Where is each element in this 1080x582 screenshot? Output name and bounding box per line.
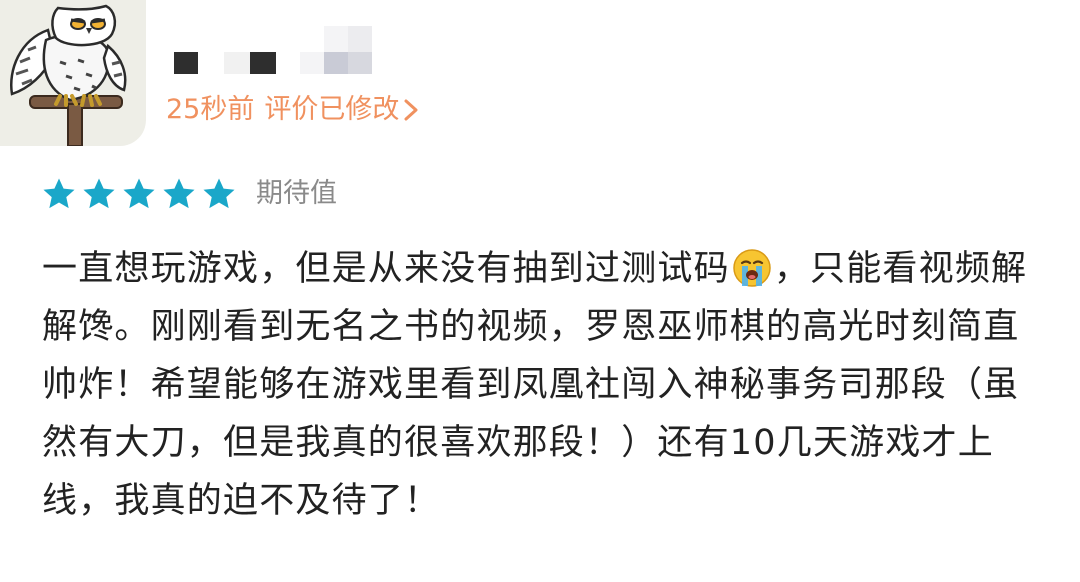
- username-redacted: [172, 26, 392, 78]
- rating-label: 期待值: [256, 178, 337, 209]
- star-icon: [83, 178, 115, 209]
- edited-label: 评价已修改: [264, 94, 400, 125]
- rating-row: 期待值: [40, 172, 337, 216]
- star-icon: [123, 178, 155, 209]
- post-time: 25秒前: [166, 94, 255, 125]
- edited-link[interactable]: 评价已修改: [264, 90, 419, 130]
- review-meta: 25秒前 评价已修改: [166, 90, 419, 130]
- chevron-right-icon: [404, 99, 418, 121]
- star-rating: [40, 175, 238, 213]
- star-icon: [43, 178, 75, 209]
- star-icon: [203, 178, 235, 209]
- review-text-part-1: 一直想玩游戏，但是从来没有抽到过测试码: [42, 249, 730, 289]
- loudly-crying-face-icon: [733, 249, 771, 287]
- review-body: 一直想玩游戏，但是从来没有抽到过测试码 ，只能看视频解解馋。刚刚看到无名之书的视…: [42, 240, 1052, 530]
- star-icon: [163, 178, 195, 209]
- owl-avatar-icon: [10, 4, 127, 146]
- user-avatar[interactable]: [0, 0, 146, 146]
- review-text-part-2: ，只能看视频解解馋。刚刚看到无名之书的视频，罗恩巫师棋的高光时刻简直帅炸！希望能…: [42, 249, 1028, 521]
